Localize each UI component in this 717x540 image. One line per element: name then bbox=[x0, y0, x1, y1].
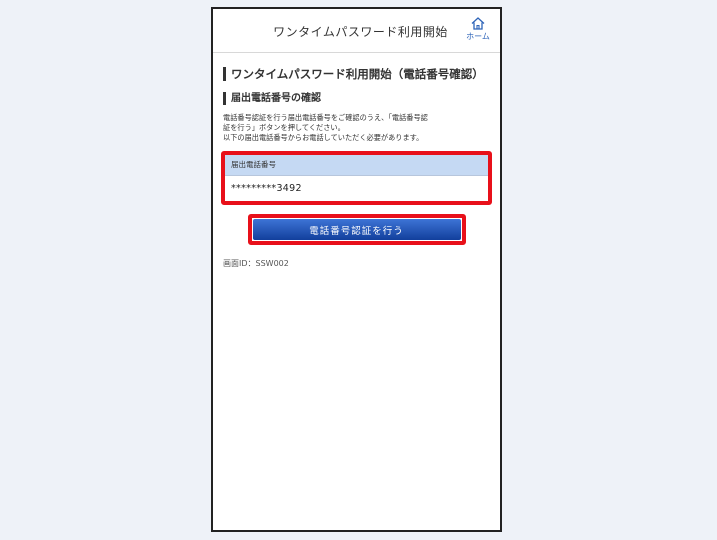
app-header: ワンタイムパスワード利用開始 ホーム bbox=[213, 9, 500, 53]
verify-phone-button[interactable]: 電話番号認証を行う bbox=[252, 219, 461, 240]
screenshot-stage: ワンタイムパスワード利用開始 ホーム ワンタイムパスワード利用開始（電話番号確認… bbox=[0, 0, 717, 540]
verify-button-highlight: 電話番号認証を行う bbox=[247, 214, 466, 245]
home-button[interactable]: ホーム bbox=[464, 17, 492, 47]
screen-id: 画面ID：SSW002 bbox=[223, 259, 289, 268]
instruction-text: 電話番号認証を行う届出電話番号をご確認のうえ、「電話番号認 証を行う」ボタンを押… bbox=[223, 113, 490, 143]
main-content: ワンタイムパスワード利用開始（電話番号確認） 届出電話番号の確認 電話番号認証を… bbox=[221, 67, 492, 269]
registered-phone-label: 届出電話番号 bbox=[225, 155, 488, 176]
registered-phone-box: 届出電話番号 *********3492 bbox=[221, 151, 492, 205]
phone-screen: ワンタイムパスワード利用開始 ホーム ワンタイムパスワード利用開始（電話番号確認… bbox=[211, 7, 502, 532]
instruction-line: 以下の届出電話番号からお電話していただく必要があります。 bbox=[223, 133, 424, 142]
page-title: ワンタイムパスワード利用開始 bbox=[273, 25, 448, 39]
section-heading: ワンタイムパスワード利用開始（電話番号確認） bbox=[223, 67, 490, 81]
instruction-line: 証を行う」ボタンを押してください。 bbox=[223, 123, 345, 132]
instruction-line: 電話番号認証を行う届出電話番号をご確認のうえ、「電話番号認 bbox=[223, 113, 428, 122]
registered-phone-value: *********3492 bbox=[225, 176, 488, 201]
subsection-heading: 届出電話番号の確認 bbox=[223, 92, 490, 105]
home-icon bbox=[464, 17, 492, 30]
home-label: ホーム bbox=[466, 32, 490, 41]
